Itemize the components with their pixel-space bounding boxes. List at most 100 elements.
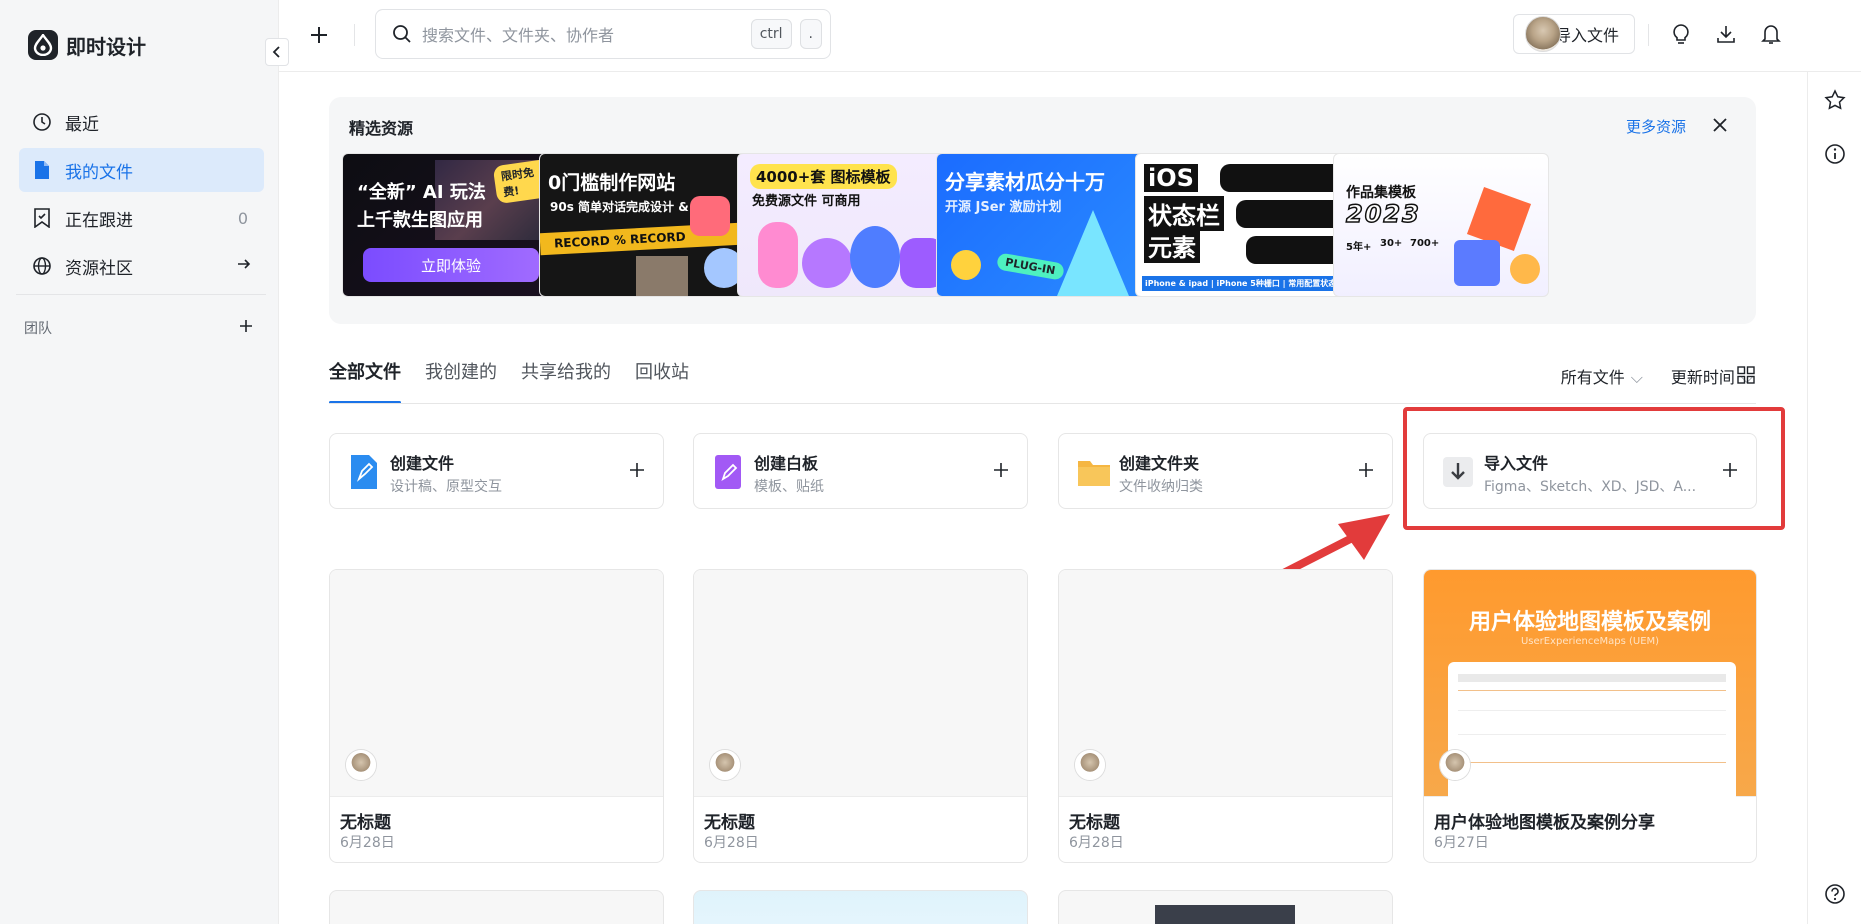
card-line3: 元素 [1144, 228, 1200, 263]
file-icon [31, 159, 53, 181]
card-line2: 2023 [1345, 199, 1421, 229]
card-line1: 作品集模板 [1346, 185, 1416, 201]
owner-avatar [346, 750, 376, 780]
create-plus-button[interactable] [304, 20, 334, 50]
search-placeholder: 搜索文件、文件夹、协作者 [422, 26, 615, 45]
sidebar-item-following[interactable]: 正在跟进 0 [19, 196, 264, 240]
featured-card-ios[interactable]: iOS 状态栏 元素 iPhone & ipad | iPhone 5种栅口 |… [1135, 153, 1351, 297]
file-thumbnail [1155, 905, 1295, 924]
card-line2: 开源 JSer 激励计划 [945, 200, 1062, 215]
try-now-button[interactable]: 立即体验 [363, 248, 539, 282]
sidebar: 即时设计 最近 我的文件 正在跟进 0 资源社区 团队 [0, 0, 279, 924]
info-icon[interactable] [1823, 142, 1847, 166]
featured-title: 精选资源 [349, 119, 414, 138]
file-thumbnail: 用户体验地图模板及案例 UserExperienceMaps (UEM) [1424, 570, 1756, 802]
file-card[interactable]: 用户体验地图模板及案例 UserExperienceMaps (UEM) 用户体… [1423, 569, 1757, 863]
clock-icon [31, 111, 53, 133]
featured-card-icons[interactable]: 4000+套 图标模板 免费源文件 可商用 [737, 153, 953, 297]
divider [1648, 24, 1649, 46]
arrow-right-icon [236, 256, 252, 277]
owner-avatar [710, 750, 740, 780]
card-line1: 分享素材瓜分十万 [945, 170, 1105, 194]
more-resources-link[interactable]: 更多资源 [1626, 116, 1686, 137]
app-logo[interactable]: 即时设计 [28, 30, 146, 60]
create-file-card[interactable]: 创建文件 设计稿、原型交互 [329, 433, 664, 509]
file-name: 无标题 [704, 813, 755, 833]
sidebar-item-label: 正在跟进 [65, 210, 133, 231]
app-root: 即时设计 最近 我的文件 正在跟进 0 资源社区 团队 搜索文件、文件夹、协作者… [0, 0, 1861, 924]
card-line2: 状态栏 [1144, 196, 1224, 231]
tab-shared-with-me[interactable]: 共享给我的 [521, 360, 611, 404]
featured-card-ai[interactable]: 限时免费! “全新” AI 玩法 上千款生图应用 立即体验 [342, 153, 558, 297]
design-file-icon [348, 454, 380, 490]
qa-title: 创建文件夹 [1119, 454, 1200, 473]
star-icon[interactable] [1823, 88, 1847, 112]
file-name: 无标题 [1069, 813, 1120, 833]
thumb-map-preview [1448, 662, 1736, 802]
add-team-icon[interactable] [238, 318, 254, 338]
tab-created-by-me[interactable]: 我创建的 [425, 360, 497, 404]
plus-icon [311, 27, 327, 43]
tab-all-files[interactable]: 全部文件 [329, 360, 401, 404]
lightbulb-icon[interactable] [1667, 20, 1695, 48]
collapse-sidebar-button[interactable] [265, 38, 289, 66]
file-card[interactable]: 无标题 6月28日 [693, 569, 1028, 863]
bell-icon[interactable] [1757, 20, 1785, 48]
shortcut-key-ctrl: ctrl [750, 19, 792, 49]
featured-resources: 精选资源 更多资源 限时免费! “全新” AI 玩法 上千款生图应用 立即体验 … [329, 97, 1756, 324]
file-filters: 所有文件 ⌵ 更新时间 ⌵ [1561, 364, 1753, 388]
sidebar-item-community[interactable]: 资源社区 [19, 244, 264, 288]
card-line2: 免费源文件 可商用 [752, 194, 861, 209]
card-shape-o [850, 226, 900, 288]
file-card[interactable]: 无标题 6月28日 [329, 569, 664, 863]
file-date: 6月28日 [340, 835, 395, 851]
plus-icon [993, 462, 1011, 480]
qa-title: 创建文件 [390, 454, 455, 473]
file-type-label: 所有文件 [1560, 368, 1625, 387]
file-type-dropdown[interactable]: 所有文件 ⌵ [1561, 364, 1643, 388]
file-card-partial[interactable] [329, 890, 664, 924]
qa-subtitle: 模板、贴纸 [754, 479, 824, 495]
tab-trash[interactable]: 回收站 [635, 360, 689, 404]
team-label: 团队 [24, 321, 52, 337]
thumb-row [1458, 710, 1726, 711]
sidebar-item-label: 我的文件 [65, 162, 133, 183]
download-icon[interactable] [1712, 20, 1740, 48]
featured-card-website[interactable]: 0门槛制作网站 90s 简单对话完成设计 & 上线 RECORD % RECOR… [539, 153, 755, 297]
sidebar-nav: 最近 我的文件 正在跟进 0 资源社区 [19, 100, 264, 292]
qa-title: 创建白板 [754, 454, 819, 473]
card-shape-a [1057, 210, 1129, 296]
file-thumbnail [330, 570, 663, 797]
featured-card-share[interactable]: 分享素材瓜分十万 开源 JSer 激励计划 PLUG-IN [936, 153, 1152, 297]
card-line1: 0门槛制作网站 [548, 172, 676, 194]
file-card[interactable]: 无标题 6月28日 [1058, 569, 1393, 863]
card-box [1454, 240, 1500, 286]
close-icon[interactable] [1710, 115, 1730, 135]
file-date: 6月28日 [704, 835, 759, 851]
card-shape-i [758, 222, 798, 288]
file-card-partial[interactable] [1058, 890, 1393, 924]
card-stat-1: 5年+ [1346, 242, 1372, 253]
globe-icon [31, 255, 53, 277]
grid-view-icon[interactable] [1737, 366, 1757, 386]
featured-card-portfolio[interactable]: 作品集模板 2023 5年+ 30+ 700+ [1333, 153, 1549, 297]
bookmark-icon [31, 207, 53, 229]
topbar: 搜索文件、文件夹、协作者 ctrl . 导入文件 [279, 0, 1861, 72]
sidebar-divider [16, 294, 266, 295]
sidebar-item-label: 资源社区 [65, 258, 133, 279]
card-line4: iPhone & ipad | iPhone 5种栅口 | 常用配置状态 [1142, 276, 1340, 291]
card-line2: 上千款生图应用 [357, 210, 483, 231]
sidebar-item-recent[interactable]: 最近 [19, 100, 264, 144]
create-folder-card[interactable]: 创建文件夹 文件收纳归类 [1058, 433, 1393, 509]
chevron-left-icon [272, 46, 280, 58]
search-input[interactable]: 搜索文件、文件夹、协作者 ctrl . [375, 9, 831, 59]
search-icon [393, 25, 411, 43]
file-card-partial[interactable] [693, 890, 1028, 924]
card-phone-1 [1220, 164, 1350, 192]
help-icon[interactable] [1823, 882, 1847, 906]
user-avatar[interactable] [1525, 16, 1561, 52]
logo-icon [28, 30, 58, 60]
create-whiteboard-card[interactable]: 创建白板 模板、贴纸 [693, 433, 1028, 509]
sidebar-item-my-files[interactable]: 我的文件 [19, 148, 264, 192]
thumb-row [1458, 674, 1726, 682]
